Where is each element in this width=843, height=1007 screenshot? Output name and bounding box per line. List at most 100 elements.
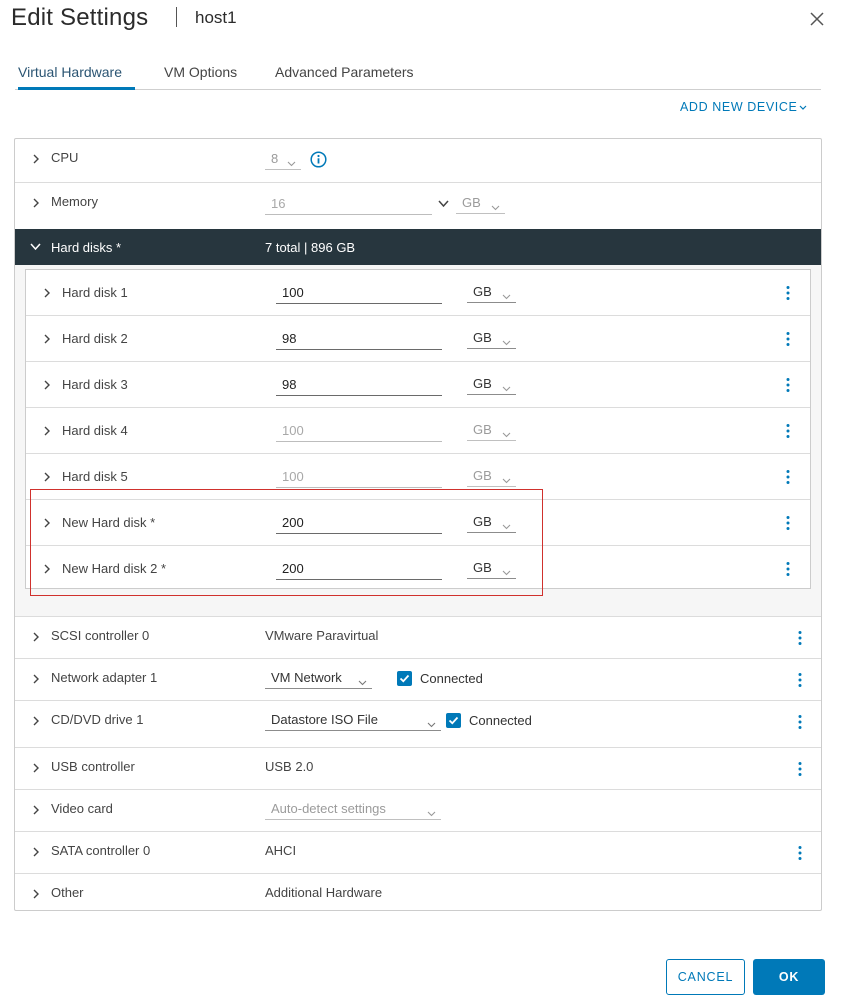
chevron-right-icon[interactable] (42, 564, 52, 574)
chevron-right-icon[interactable] (42, 472, 52, 482)
cd-dvd-drive-row: CD/DVD drive 1 Datastore ISO File Connec… (15, 701, 821, 748)
hard-disk-unit-select[interactable]: GB (467, 421, 516, 441)
hard-disk-size-input[interactable]: 100 (276, 420, 442, 442)
network-label: Network adapter 1 (51, 670, 158, 685)
more-actions-icon[interactable] (783, 423, 793, 439)
hard-disk-label: Hard disk 5 (62, 469, 128, 484)
memory-value: 16 (271, 196, 286, 211)
hard-disk-label: Hard disk 1 (62, 285, 128, 300)
memory-unit-select[interactable]: GB (456, 194, 505, 214)
cdrom-label: CD/DVD drive 1 (51, 712, 144, 727)
chevron-right-icon[interactable] (31, 716, 41, 726)
chevron-right-icon[interactable] (42, 380, 52, 390)
chevron-down-icon (799, 100, 807, 114)
other-label: Other (51, 885, 84, 900)
usb-controller-row: USB controller USB 2.0 (15, 748, 821, 790)
dialog-title: Edit Settings (11, 4, 149, 31)
network-adapter-row: Network adapter 1 VM Network Connected (15, 659, 821, 701)
more-actions-icon[interactable] (783, 377, 793, 393)
sata-controller-row: SATA controller 0 AHCI (15, 832, 821, 874)
network-select[interactable]: VM Network (265, 669, 372, 689)
hard-disk-unit: GB (473, 560, 492, 575)
video-card-row: Video card Auto-detect settings (15, 790, 821, 832)
other-row: Other Additional Hardware (15, 874, 821, 910)
usb-value: USB 2.0 (265, 759, 314, 774)
hard-disk-unit-select[interactable]: GB (467, 467, 516, 487)
cpu-row: CPU 8 (15, 139, 821, 183)
title-divider (176, 7, 177, 27)
hard-disk-size-input[interactable]: 98 (276, 374, 442, 396)
chevron-right-icon[interactable] (31, 847, 41, 857)
hard-disks-body: Hard disk 1 100 GB Hard disk 2 98 GB Har… (15, 265, 821, 617)
chevron-right-icon[interactable] (42, 334, 52, 344)
hard-disk-size-input[interactable]: 98 (276, 328, 442, 350)
chevron-right-icon[interactable] (31, 198, 41, 208)
ok-button[interactable]: OK (753, 959, 825, 995)
more-actions-icon[interactable] (795, 761, 805, 777)
chevron-right-icon[interactable] (31, 632, 41, 642)
more-actions-icon[interactable] (783, 469, 793, 485)
close-icon[interactable] (806, 8, 828, 30)
cpu-value: 8 (271, 151, 279, 166)
chevron-right-icon[interactable] (42, 518, 52, 528)
vm-name: host1 (195, 8, 237, 27)
more-actions-icon[interactable] (795, 714, 805, 730)
chevron-right-icon[interactable] (31, 805, 41, 815)
video-select[interactable]: Auto-detect settings (265, 800, 441, 820)
hard-disks-summary: 7 total | 896 GB (265, 240, 356, 255)
memory-input[interactable]: 16 (265, 193, 432, 215)
hard-disk-size: 100 (282, 469, 304, 484)
chevron-down-icon (287, 155, 296, 170)
hard-disk-size-input[interactable]: 200 (276, 512, 442, 534)
add-new-device-button[interactable]: ADD NEW DEVICE (680, 100, 807, 114)
chevron-right-icon[interactable] (31, 154, 41, 164)
chevron-right-icon[interactable] (31, 674, 41, 684)
usb-label: USB controller (51, 759, 135, 774)
chevron-down-icon (358, 674, 367, 689)
hard-disk-size-input[interactable]: 100 (276, 282, 442, 304)
hard-disks-header[interactable]: Hard disks * 7 total | 896 GB (15, 229, 821, 265)
network-connected-label: Connected (420, 671, 483, 686)
chevron-right-icon[interactable] (31, 889, 41, 899)
network-connected-checkbox[interactable] (397, 671, 412, 686)
tab-virtual-hardware[interactable]: Virtual Hardware (18, 64, 135, 90)
hard-disk-size: 200 (282, 561, 304, 576)
hardware-panel: CPU 8 Memory 16 GB Hard disks * 7 total … (14, 138, 822, 911)
memory-label: Memory (51, 194, 98, 209)
more-actions-icon[interactable] (795, 845, 805, 861)
hard-disk-unit-select[interactable]: GB (467, 559, 516, 579)
cdrom-connected-checkbox[interactable] (446, 713, 461, 728)
cancel-button[interactable]: CANCEL (666, 959, 745, 995)
hard-disk-unit-select[interactable]: GB (467, 513, 516, 533)
hard-disk-row: Hard disk 5 100 GB (26, 454, 810, 500)
more-actions-icon[interactable] (783, 285, 793, 301)
network-value: VM Network (271, 670, 342, 685)
video-value: Auto-detect settings (271, 801, 386, 816)
hard-disk-row: Hard disk 2 98 GB (26, 316, 810, 362)
tab-advanced-parameters[interactable]: Advanced Parameters (275, 64, 414, 90)
hard-disk-unit-select[interactable]: GB (467, 329, 516, 349)
cdrom-select[interactable]: Datastore ISO File (265, 711, 441, 731)
more-actions-icon[interactable] (783, 515, 793, 531)
cpu-select[interactable]: 8 (265, 150, 301, 170)
hard-disk-size-input[interactable]: 100 (276, 466, 442, 488)
chevron-right-icon[interactable] (42, 426, 52, 436)
more-actions-icon[interactable] (783, 331, 793, 347)
chevron-down-icon[interactable] (438, 195, 449, 213)
chevron-down-icon[interactable] (30, 243, 41, 251)
hard-disk-unit-select[interactable]: GB (467, 375, 516, 395)
hard-disk-unit-select[interactable]: GB (467, 283, 516, 303)
hard-disk-unit: GB (473, 284, 492, 299)
more-actions-icon[interactable] (795, 630, 805, 646)
hard-disk-label: Hard disk 3 (62, 377, 128, 392)
chevron-down-icon (502, 288, 511, 303)
hard-disk-label: New Hard disk * (62, 515, 156, 530)
hard-disk-size: 100 (282, 423, 304, 438)
more-actions-icon[interactable] (795, 672, 805, 688)
info-icon[interactable] (310, 151, 327, 168)
hard-disk-size-input[interactable]: 200 (276, 558, 442, 580)
chevron-right-icon[interactable] (31, 763, 41, 773)
chevron-right-icon[interactable] (42, 288, 52, 298)
more-actions-icon[interactable] (783, 561, 793, 577)
tab-vm-options[interactable]: VM Options (164, 64, 237, 90)
